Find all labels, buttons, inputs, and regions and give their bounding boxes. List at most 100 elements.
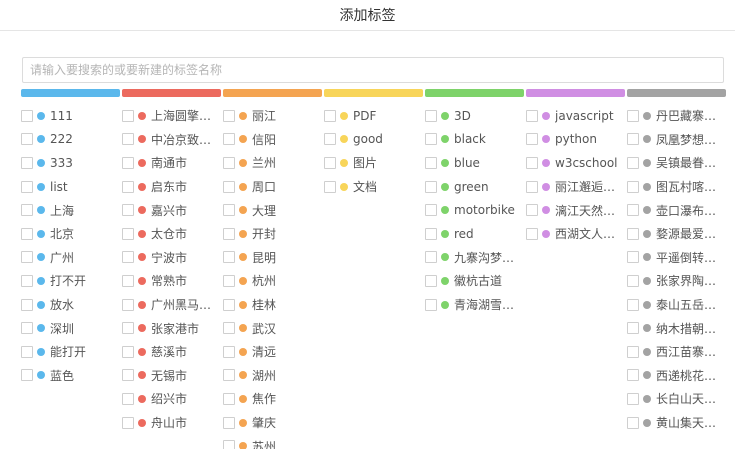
tag-item[interactable]: 黄山集天下... bbox=[627, 411, 726, 435]
tag-checkbox[interactable] bbox=[627, 274, 639, 287]
tag-checkbox[interactable] bbox=[627, 109, 639, 122]
tag-item[interactable]: 湖州 bbox=[223, 364, 322, 388]
tag-checkbox[interactable] bbox=[627, 369, 639, 382]
tag-item[interactable]: 舟山市 bbox=[122, 411, 221, 435]
tag-item[interactable]: 222 bbox=[21, 128, 120, 152]
tag-item[interactable]: 杭州 bbox=[223, 269, 322, 293]
tag-item[interactable]: 宁波市 bbox=[122, 246, 221, 270]
tag-checkbox[interactable] bbox=[425, 251, 437, 264]
tag-checkbox[interactable] bbox=[526, 156, 538, 169]
tag-checkbox[interactable] bbox=[324, 133, 336, 146]
tag-checkbox[interactable] bbox=[223, 133, 235, 146]
tag-item[interactable]: green bbox=[425, 175, 524, 199]
tag-item[interactable]: 上海 bbox=[21, 198, 120, 222]
tag-item[interactable]: 南通市 bbox=[122, 151, 221, 175]
tag-item[interactable]: 文档 bbox=[324, 175, 423, 199]
tag-item[interactable]: blue bbox=[425, 151, 524, 175]
tag-item[interactable]: 昆明 bbox=[223, 246, 322, 270]
tag-checkbox[interactable] bbox=[21, 369, 33, 382]
tag-checkbox[interactable] bbox=[627, 227, 639, 240]
tag-item[interactable]: 长白山天池... bbox=[627, 387, 726, 411]
tag-item[interactable]: javascript bbox=[526, 104, 625, 128]
tag-checkbox[interactable] bbox=[122, 133, 134, 146]
tag-item[interactable]: 深圳 bbox=[21, 316, 120, 340]
tag-item[interactable]: 武汉 bbox=[223, 316, 322, 340]
tag-checkbox[interactable] bbox=[223, 416, 235, 429]
tag-item[interactable]: 平遥倒转时... bbox=[627, 246, 726, 270]
tag-checkbox[interactable] bbox=[122, 227, 134, 240]
tag-item[interactable]: 中冶京致集... bbox=[122, 128, 221, 152]
tag-item[interactable]: 无锡市 bbox=[122, 364, 221, 388]
tag-checkbox[interactable] bbox=[21, 322, 33, 335]
tag-item[interactable]: w3cschool bbox=[526, 151, 625, 175]
tag-checkbox[interactable] bbox=[21, 109, 33, 122]
tag-item[interactable]: red bbox=[425, 222, 524, 246]
tag-checkbox[interactable] bbox=[223, 180, 235, 193]
tag-item[interactable]: 婺源最爱村... bbox=[627, 222, 726, 246]
tag-item[interactable]: 丽江 bbox=[223, 104, 322, 128]
tag-item[interactable]: list bbox=[21, 175, 120, 199]
tag-checkbox[interactable] bbox=[526, 109, 538, 122]
tag-checkbox[interactable] bbox=[122, 251, 134, 264]
tag-item[interactable]: black bbox=[425, 128, 524, 152]
tag-item[interactable]: 徽杭古道 bbox=[425, 269, 524, 293]
tag-item[interactable]: 西递桃花源... bbox=[627, 364, 726, 388]
tag-item[interactable]: 打不开 bbox=[21, 269, 120, 293]
tag-checkbox[interactable] bbox=[223, 298, 235, 311]
tag-item[interactable]: 常熟市 bbox=[122, 269, 221, 293]
tag-checkbox[interactable] bbox=[122, 322, 134, 335]
tag-checkbox[interactable] bbox=[223, 156, 235, 169]
tag-item[interactable]: 吴镇最眷恋... bbox=[627, 151, 726, 175]
tag-item[interactable]: 信阳 bbox=[223, 128, 322, 152]
tag-checkbox[interactable] bbox=[425, 227, 437, 240]
tag-item[interactable]: 开封 bbox=[223, 222, 322, 246]
tag-checkbox[interactable] bbox=[122, 392, 134, 405]
tag-checkbox[interactable] bbox=[627, 322, 639, 335]
tag-checkbox[interactable] bbox=[21, 180, 33, 193]
tag-item[interactable]: 青海湖雪城... bbox=[425, 293, 524, 317]
tag-item[interactable]: 西湖文人骚... bbox=[526, 222, 625, 246]
tag-item[interactable]: 放水 bbox=[21, 293, 120, 317]
tag-item[interactable]: 苏州 bbox=[223, 434, 322, 449]
tag-checkbox[interactable] bbox=[526, 204, 538, 217]
tag-checkbox[interactable] bbox=[223, 109, 235, 122]
tag-item[interactable]: 泰山五岳之尊 bbox=[627, 293, 726, 317]
tag-checkbox[interactable] bbox=[425, 109, 437, 122]
tag-checkbox[interactable] bbox=[223, 440, 235, 449]
tag-item[interactable]: 壶口瀑布母... bbox=[627, 198, 726, 222]
tag-item[interactable]: 太仓市 bbox=[122, 222, 221, 246]
tag-checkbox[interactable] bbox=[627, 416, 639, 429]
tag-item[interactable]: 丹巴藏寨与... bbox=[627, 104, 726, 128]
tag-checkbox[interactable] bbox=[223, 392, 235, 405]
tag-item[interactable]: 慈溪市 bbox=[122, 340, 221, 364]
tag-checkbox[interactable] bbox=[425, 133, 437, 146]
tag-item[interactable]: 广州黑马科... bbox=[122, 293, 221, 317]
tag-checkbox[interactable] bbox=[425, 274, 437, 287]
tag-item[interactable]: 绍兴市 bbox=[122, 387, 221, 411]
tag-checkbox[interactable] bbox=[122, 369, 134, 382]
tag-item[interactable]: 北京 bbox=[21, 222, 120, 246]
tag-checkbox[interactable] bbox=[627, 298, 639, 311]
tag-item[interactable]: 能打开 bbox=[21, 340, 120, 364]
tag-checkbox[interactable] bbox=[122, 274, 134, 287]
tag-checkbox[interactable] bbox=[425, 204, 437, 217]
tag-checkbox[interactable] bbox=[627, 392, 639, 405]
tag-item[interactable]: 图片 bbox=[324, 151, 423, 175]
tag-item[interactable]: 桂林 bbox=[223, 293, 322, 317]
tag-checkbox[interactable] bbox=[122, 345, 134, 358]
tag-checkbox[interactable] bbox=[627, 345, 639, 358]
tag-checkbox[interactable] bbox=[223, 274, 235, 287]
tag-checkbox[interactable] bbox=[21, 345, 33, 358]
tag-checkbox[interactable] bbox=[122, 109, 134, 122]
tag-checkbox[interactable] bbox=[122, 156, 134, 169]
tag-checkbox[interactable] bbox=[526, 180, 538, 193]
tag-checkbox[interactable] bbox=[627, 251, 639, 264]
tag-checkbox[interactable] bbox=[324, 109, 336, 122]
tag-checkbox[interactable] bbox=[122, 204, 134, 217]
tag-checkbox[interactable] bbox=[425, 180, 437, 193]
tag-item[interactable]: 肇庆 bbox=[223, 411, 322, 435]
tag-checkbox[interactable] bbox=[223, 369, 235, 382]
tag-item[interactable]: 纳木措朝圣... bbox=[627, 316, 726, 340]
tag-item[interactable]: 丽江邂逅的... bbox=[526, 175, 625, 199]
tag-checkbox[interactable] bbox=[223, 227, 235, 240]
